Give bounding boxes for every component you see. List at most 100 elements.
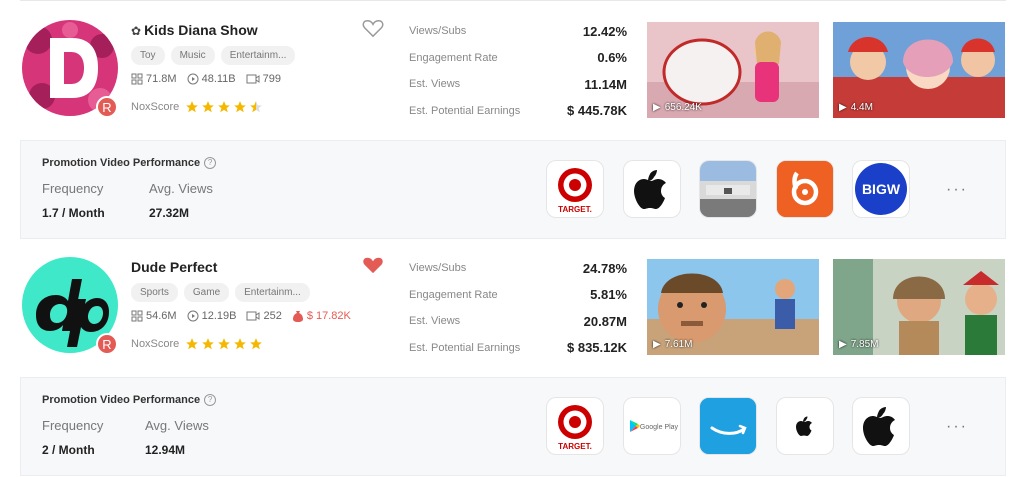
star-icon bbox=[234, 338, 247, 350]
views-play-icon bbox=[187, 73, 199, 85]
play-icon: ▶ bbox=[839, 102, 847, 113]
more-brands-button[interactable]: ··· bbox=[946, 181, 968, 199]
video-count-icon bbox=[246, 74, 260, 84]
video-views: 656.24K bbox=[664, 102, 702, 113]
star-icon bbox=[250, 338, 263, 350]
tag[interactable]: Music bbox=[170, 46, 215, 65]
apple-logo[interactable] bbox=[777, 398, 833, 454]
r-badge: R bbox=[96, 96, 118, 118]
avg-views-value: 27.32M bbox=[149, 206, 190, 220]
metric-value: $ 835.12K bbox=[567, 340, 627, 356]
channel-name-text: Kids Diana Show bbox=[144, 22, 258, 38]
play-icon: ▶ bbox=[839, 339, 847, 350]
video-thumbnail[interactable]: ▶ 7.85M bbox=[833, 259, 1005, 355]
help-icon[interactable]: ? bbox=[204, 157, 217, 169]
r-badge: R bbox=[96, 333, 118, 355]
avg-views-value: 12.94M bbox=[145, 443, 186, 457]
google-play-logo-text: Google Play bbox=[640, 424, 679, 431]
tag[interactable]: Sports bbox=[131, 283, 178, 302]
tag-list: Toy Music Entertainm... bbox=[131, 46, 296, 65]
bigw-logo[interactable]: BIGW bbox=[853, 161, 909, 217]
tag[interactable]: Game bbox=[183, 283, 230, 302]
apple-logo[interactable] bbox=[624, 161, 680, 217]
star-icon bbox=[202, 101, 215, 113]
metric-label: Est. Views bbox=[409, 315, 461, 328]
noxscore-label: NoxScore bbox=[131, 101, 180, 113]
bitly-logo[interactable] bbox=[777, 161, 833, 217]
noxscore-label: NoxScore bbox=[131, 338, 180, 350]
subscribers-icon bbox=[131, 73, 143, 85]
video-count-icon bbox=[246, 311, 260, 321]
video-count: 252 bbox=[263, 310, 282, 322]
channel-card-kids-diana[interactable]: R ✿ Kids Diana Show Toy Music Entertainm.… bbox=[20, 18, 1006, 140]
metric-label: Est. Views bbox=[409, 78, 461, 91]
subscribers-icon bbox=[131, 310, 143, 322]
metric-value: 0.6% bbox=[597, 50, 627, 66]
star-rating bbox=[185, 100, 263, 114]
target-logo[interactable]: TARGET. bbox=[547, 398, 603, 454]
store-photo[interactable] bbox=[700, 161, 756, 217]
noxscore: NoxScore bbox=[131, 337, 263, 351]
avg-views-label: Avg. Views bbox=[149, 181, 213, 196]
metric-value: 5.81% bbox=[590, 287, 627, 303]
star-icon bbox=[234, 101, 247, 113]
tag[interactable]: Entertainm... bbox=[235, 283, 310, 302]
star-icon bbox=[202, 338, 215, 350]
apple-logo[interactable] bbox=[853, 398, 909, 454]
channel-name[interactable]: ✿ Kids Diana Show bbox=[131, 22, 258, 38]
tag[interactable]: Entertainm... bbox=[220, 46, 296, 65]
views-count: 48.11B bbox=[201, 73, 236, 85]
metrics-panel: Views/Subs 12.42% Engagement Rate 0.6% Est… bbox=[409, 18, 627, 124]
promo-title: Promotion Video Performance? bbox=[42, 157, 217, 169]
frequency-value: 1.7 / Month bbox=[42, 206, 105, 220]
video-thumbnail[interactable]: ▶ 656.24K bbox=[647, 22, 819, 118]
subscribers-count: 71.8M bbox=[146, 73, 177, 85]
channel-name[interactable]: Dude Perfect bbox=[131, 259, 217, 275]
metric-label: Est. Potential Earnings bbox=[409, 341, 521, 354]
more-brands-button[interactable]: ··· bbox=[946, 418, 968, 436]
target-logo-text: TARGET. bbox=[558, 442, 592, 451]
metric-label: Engagement Rate bbox=[409, 51, 498, 64]
metric-value: 24.78% bbox=[582, 260, 627, 276]
tag-list: Sports Game Entertainm... bbox=[131, 283, 310, 302]
heart-filled-icon[interactable] bbox=[362, 255, 384, 275]
promo-title-text: Promotion Video Performance bbox=[42, 394, 201, 406]
views-count: 12.19B bbox=[201, 310, 237, 322]
tag[interactable]: Toy bbox=[131, 46, 165, 65]
metric-value: $ 445.78K bbox=[567, 103, 627, 119]
metric-value: 11.14M bbox=[584, 76, 627, 92]
money-bag-icon bbox=[292, 311, 303, 322]
top-divider bbox=[20, 0, 1006, 1]
star-icon bbox=[218, 101, 231, 113]
video-thumbnail[interactable]: ▶ 7.61M bbox=[647, 259, 819, 355]
channel-card-dude-perfect[interactable]: R Dude Perfect Sports Game Entertainm...… bbox=[20, 255, 1006, 377]
google-play-logo[interactable]: Google Play bbox=[624, 398, 680, 454]
flower-icon: ✿ bbox=[131, 24, 142, 38]
video-count: 799 bbox=[262, 73, 281, 85]
channel-stats: 54.6M 12.19B 252 $ 17.82K bbox=[131, 310, 351, 322]
amazon-logo[interactable] bbox=[700, 398, 756, 454]
heart-outline-icon[interactable] bbox=[362, 18, 384, 38]
video-views: 7.61M bbox=[664, 339, 693, 350]
target-logo[interactable]: TARGET. bbox=[547, 161, 603, 217]
video-views: 4.4M bbox=[850, 102, 873, 113]
star-icon bbox=[186, 338, 199, 350]
video-thumbnail[interactable]: ▶ 4.4M bbox=[833, 22, 1005, 118]
metrics-panel: Views/Subs 24.78% Engagement Rate 5.81% Es… bbox=[409, 255, 627, 361]
bigw-logo-text: BIGW bbox=[862, 181, 901, 197]
metric-label: Views/Subs bbox=[409, 262, 467, 275]
frequency-label: Frequency bbox=[42, 181, 104, 196]
play-icon: ▶ bbox=[653, 102, 661, 113]
metric-value: 20.87M bbox=[583, 313, 627, 329]
subscribers-count: 54.6M bbox=[146, 310, 177, 322]
video-views: 7.85M bbox=[850, 339, 879, 350]
star-icon bbox=[218, 338, 231, 350]
target-logo-text: TARGET. bbox=[558, 205, 592, 214]
channel-stats: 71.8M 48.11B 799 bbox=[131, 73, 281, 85]
help-icon[interactable]: ? bbox=[204, 394, 217, 406]
noxscore: NoxScore bbox=[131, 100, 263, 114]
avg-views-label: Avg. Views bbox=[145, 418, 209, 433]
promotion-performance-panel: Promotion Video Performance? Frequency A… bbox=[20, 377, 1006, 476]
promo-title-text: Promotion Video Performance bbox=[42, 157, 201, 169]
metric-label: Est. Potential Earnings bbox=[409, 104, 521, 117]
